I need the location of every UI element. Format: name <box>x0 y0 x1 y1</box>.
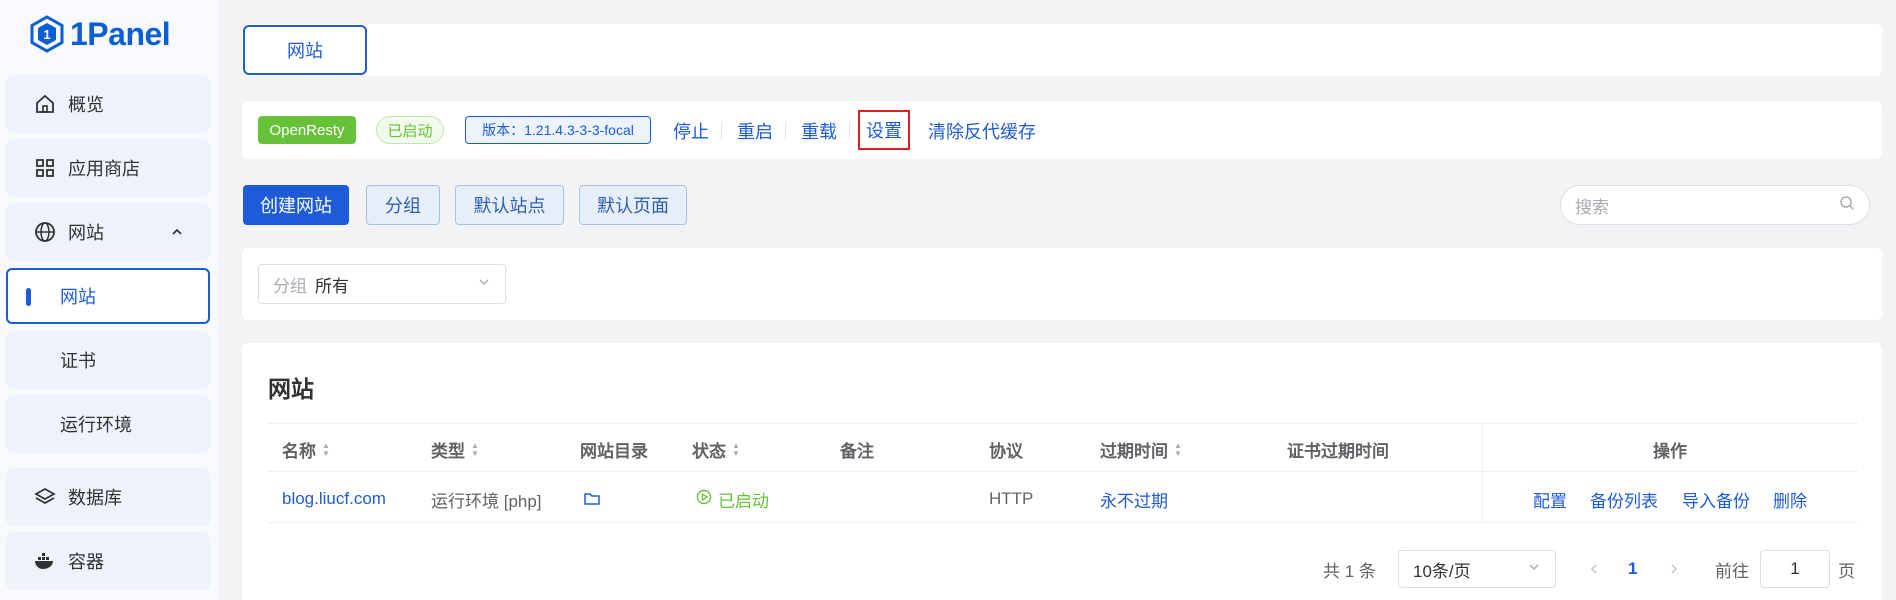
default-site-button[interactable]: 默认站点 <box>455 185 564 225</box>
sidebar-item-label: 网站 <box>68 223 104 243</box>
sidebar-item-runtime[interactable]: 运行环境 <box>6 395 210 453</box>
import-backup-link[interactable]: 导入备份 <box>1682 485 1750 513</box>
pagination-total: 共 1 条 <box>1323 561 1376 581</box>
search-icon <box>1839 195 1855 216</box>
backup-list-link[interactable]: 备份列表 <box>1590 485 1658 513</box>
config-link[interactable]: 配置 <box>1533 485 1567 513</box>
stop-link[interactable]: 停止 <box>673 117 709 145</box>
page-size-select[interactable]: 10条/页 <box>1398 550 1556 588</box>
docker-icon <box>32 548 58 574</box>
app-logo[interactable]: 1 1Panel <box>30 12 171 56</box>
create-website-button[interactable]: 创建网站 <box>243 185 349 225</box>
folder-icon[interactable] <box>584 485 600 513</box>
sidebar-item-label: 容器 <box>68 552 104 572</box>
sort-icon: ▲ ▼ <box>1174 440 1182 458</box>
chevron-up-icon <box>170 223 184 244</box>
sidebar-item-app-store[interactable]: 应用商店 <box>6 139 210 197</box>
page-unit-label: 页 <box>1838 561 1855 581</box>
chevron-down-icon <box>477 274 491 294</box>
website-protocol: HTTP <box>989 489 1034 508</box>
column-header-name[interactable]: 名称 ▲ ▼ <box>282 437 330 462</box>
website-name-link[interactable]: blog.liucf.com <box>282 485 386 513</box>
logo-text: 1Panel <box>70 15 171 52</box>
sidebar-item-label: 网站 <box>60 287 96 307</box>
column-header-type[interactable]: 类型 ▲ ▼ <box>431 437 479 462</box>
globe-icon <box>32 219 58 245</box>
column-header-directory: 网站目录 <box>580 442 648 461</box>
sidebar-item-certificate[interactable]: 证书 <box>6 331 210 389</box>
divider <box>785 123 786 139</box>
sidebar-item-label: 运行环境 <box>60 415 132 435</box>
group-filter-select[interactable]: 分组 所有 <box>258 264 506 304</box>
tab-website[interactable]: 网站 <box>243 25 367 75</box>
divider <box>849 123 850 139</box>
restart-link[interactable]: 重启 <box>737 117 773 145</box>
table-border <box>268 471 1858 472</box>
sidebar-item-label: 证书 <box>60 351 96 371</box>
sidebar-item-label: 应用商店 <box>68 159 140 179</box>
active-indicator <box>26 288 31 306</box>
search-placeholder: 搜索 <box>1575 197 1609 217</box>
group-filter-label: 分组 <box>273 276 307 296</box>
group-button[interactable]: 分组 <box>366 185 440 225</box>
website-type: 运行环境 [php] <box>431 491 542 511</box>
page-number-current[interactable]: 1 <box>1628 550 1637 588</box>
column-header-actions: 操作 <box>1653 442 1687 461</box>
tab-bar <box>242 24 1882 76</box>
next-page-button[interactable] <box>1668 550 1680 588</box>
prev-page-button[interactable] <box>1588 550 1600 588</box>
version-badge: 版本：1.21.4.3-3-3-focal <box>465 116 651 144</box>
search-input[interactable]: 搜索 <box>1560 185 1870 225</box>
grid-icon <box>32 155 58 181</box>
sidebar-item-website-group[interactable]: 网站 <box>6 203 210 261</box>
logo-icon: 1 <box>30 15 64 53</box>
table-border <box>268 423 1858 424</box>
default-page-button[interactable]: 默认页面 <box>579 185 687 225</box>
layers-icon <box>32 484 58 510</box>
sidebar-item-label: 概览 <box>68 95 104 115</box>
table-border <box>268 522 1858 523</box>
delete-link[interactable]: 删除 <box>1773 485 1807 513</box>
column-header-ssl-expire: 证书过期时间 <box>1287 442 1389 461</box>
website-status[interactable]: 已启动 <box>696 485 769 513</box>
settings-link[interactable]: 设置 <box>858 110 910 150</box>
running-status-badge: 已启动 <box>376 116 444 144</box>
section-title: 网站 <box>268 376 314 402</box>
group-filter-value: 所有 <box>315 276 349 296</box>
home-icon <box>32 91 58 117</box>
column-header-expire[interactable]: 过期时间 ▲ ▼ <box>1100 437 1182 462</box>
sidebar: 1 1Panel 概览 应用商店 网站 网站 证书 运行环境 数据库 容器 <box>0 0 218 600</box>
goto-label: 前往 <box>1715 561 1749 581</box>
sidebar-item-label: 数据库 <box>68 488 122 508</box>
clear-proxy-cache-link[interactable]: 清除反代缓存 <box>928 117 1036 145</box>
fixed-column-divider <box>1482 423 1483 523</box>
column-header-protocol: 协议 <box>989 442 1023 461</box>
column-header-status[interactable]: 状态 ▲ ▼ <box>692 437 740 462</box>
sidebar-item-overview[interactable]: 概览 <box>6 75 210 133</box>
svg-text:1: 1 <box>43 27 50 42</box>
sort-icon: ▲ ▼ <box>322 440 330 458</box>
play-circle-icon <box>696 489 712 510</box>
sidebar-item-database[interactable]: 数据库 <box>6 468 210 526</box>
openresty-name-badge: OpenResty <box>258 116 356 144</box>
sidebar-item-website[interactable]: 网站 <box>6 268 210 324</box>
divider <box>721 123 722 139</box>
sort-icon: ▲ ▼ <box>732 440 740 458</box>
sort-icon: ▲ ▼ <box>471 440 479 458</box>
sidebar-item-container[interactable]: 容器 <box>6 532 210 590</box>
reload-link[interactable]: 重载 <box>801 117 837 145</box>
chevron-down-icon <box>1527 559 1541 579</box>
goto-page-input[interactable]: 1 <box>1760 550 1830 588</box>
column-header-remark: 备注 <box>840 442 874 461</box>
website-expire-link[interactable]: 永不过期 <box>1100 485 1168 513</box>
